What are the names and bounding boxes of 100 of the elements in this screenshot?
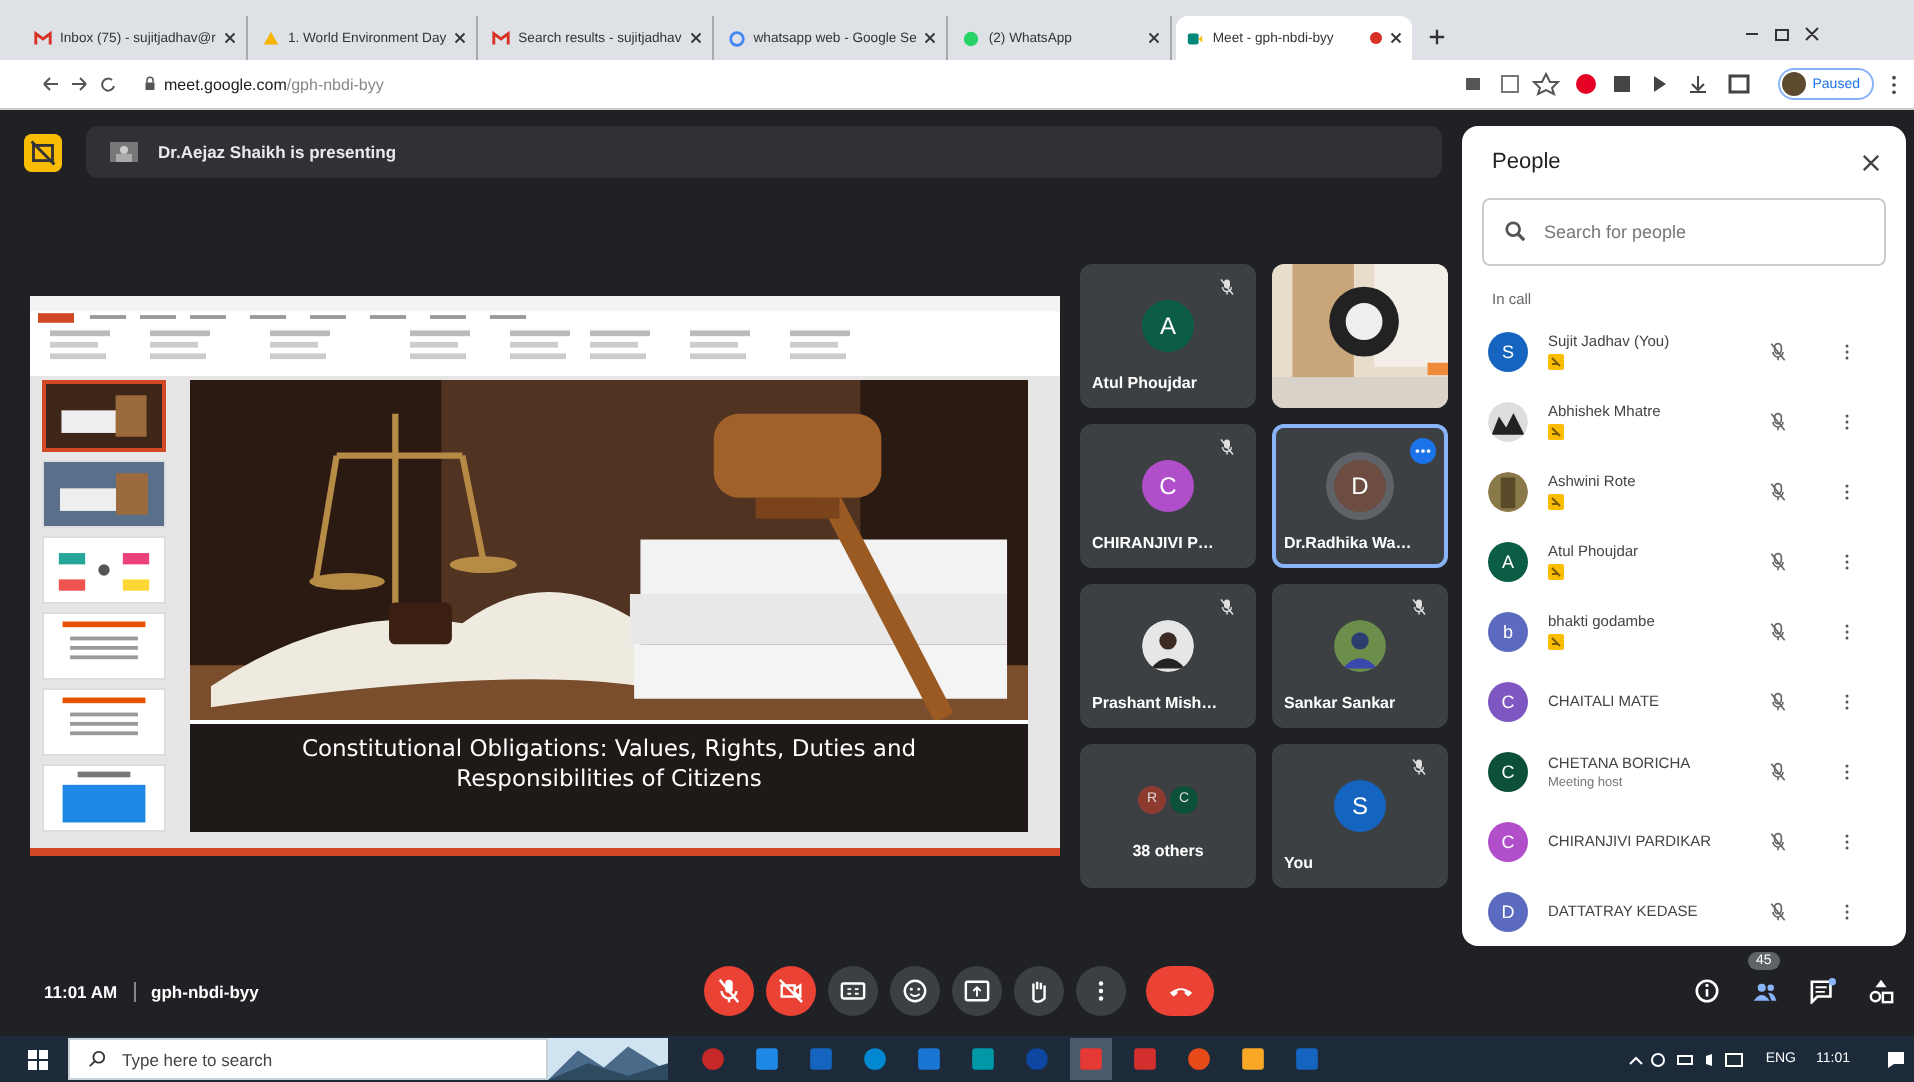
close-icon[interactable] [223,32,236,44]
taskbar-app-icon[interactable] [862,1046,888,1072]
taskbar-app-icon[interactable] [970,1046,996,1072]
slide-thumbnail[interactable] [42,380,166,453]
mic-off-icon [716,978,742,1004]
more-icon[interactable] [1844,901,1850,921]
mic-off-icon[interactable] [1768,901,1788,921]
participant-tile[interactable]: C CHIRANJIVI P… [1080,424,1256,568]
camera-off-icon [778,978,804,1004]
more-icon[interactable] [1844,551,1850,571]
mic-button[interactable] [704,966,754,1016]
presenting-text: Dr.Aejaz Shaikh is presenting [158,142,397,162]
mic-off-icon[interactable] [1768,831,1788,851]
new-tab-icon[interactable] [1428,28,1447,46]
avatar: C [1488,681,1528,721]
notification-icon[interactable] [1886,1049,1906,1069]
avatar: C [1488,821,1528,861]
slide-title: Constitutional Obligations: Values, Rights, Duties and Responsibilities of Citizens [190,724,1028,833]
avatar: C [1142,459,1194,511]
favicon-icon [34,29,52,47]
meeting-code: gph-nbdi-byy [151,981,259,1001]
info-icon[interactable] [1694,978,1720,1004]
favicon-icon [727,29,746,47]
taskbar-app-icon[interactable] [916,1046,942,1072]
close-icon[interactable] [454,32,467,44]
participant-name: Prashant Mish… [1090,694,1220,716]
more-icon[interactable] [1844,761,1850,781]
participant-name: Sankar Sankar [1282,694,1398,716]
participant-name: Dr.Radhika Wa… [1282,534,1414,556]
participant-tile[interactable]: A Atul Phoujdar [1080,264,1256,408]
participant-name: 38 others [1130,842,1206,864]
close-icon[interactable] [1862,153,1880,171]
chat-icon[interactable] [1810,978,1836,1004]
presenter-icon [110,142,138,162]
close-icon[interactable] [1390,32,1403,44]
avatar: S [1488,331,1528,371]
more-icon[interactable] [1844,831,1850,851]
recording-dot-icon [1370,32,1383,44]
avatar: b [1488,611,1528,651]
search-icon [88,1050,106,1068]
windows-start-icon[interactable] [28,1049,48,1069]
more-icon[interactable] [1844,411,1850,431]
mic-off-icon[interactable] [1768,481,1788,501]
participant-name: You [1282,854,1316,876]
more-icon[interactable] [1890,73,1898,95]
search-icon [1504,220,1526,242]
participant-name: CHIRANJIVI P… [1090,534,1216,556]
avatar: D [1488,891,1528,931]
close-icon[interactable] [689,32,702,44]
avatar: S [1334,779,1386,831]
address-bar[interactable]: meet.google.com/gph-nbdi-byy [164,75,384,93]
more-icon[interactable] [1844,341,1850,361]
avatar: C [1488,751,1528,791]
meeting-time: 11:01 AM [44,981,118,1001]
participant-tile[interactable]: Sankar Sankar [1272,584,1448,728]
emoji-icon [902,978,928,1004]
leave-button[interactable] [1146,966,1214,1016]
captions-button[interactable] [828,966,878,1016]
taskbar-app-icon[interactable] [754,1046,780,1072]
close-icon[interactable] [1148,32,1161,44]
taskbar-app-icon[interactable] [1186,1046,1212,1072]
hand-icon [1026,978,1052,1004]
taskbar-app-icon[interactable] [1240,1046,1266,1072]
present-icon[interactable] [24,133,62,171]
more-icon[interactable] [1844,481,1850,501]
people-icon[interactable] [1752,978,1778,1004]
participant-tile[interactable]: D Dr.Radhika Wa… [1272,424,1448,568]
camera-button[interactable] [766,966,816,1016]
panel-title: People [1492,150,1561,174]
activities-icon[interactable] [1868,978,1894,1004]
hand-button[interactable] [1014,966,1064,1016]
search-field[interactable]: Search for people [1482,198,1886,266]
mic-off-icon[interactable] [1768,621,1788,641]
favicon-icon [261,29,280,47]
present-screen-icon [964,978,990,1004]
mic-off-icon[interactable] [1768,761,1788,781]
favicon-icon [1186,29,1205,47]
taskbar-search-field[interactable]: Type here to search [68,1038,548,1080]
avatar: D [1334,459,1386,511]
close-icon[interactable] [924,32,937,44]
more-icon[interactable] [1844,691,1850,711]
lock-icon [144,76,156,92]
mic-off-icon[interactable] [1768,551,1788,571]
more-options-icon[interactable] [1410,438,1436,464]
participant-tile[interactable]: Prashant Mish… [1080,584,1256,728]
mic-off-icon[interactable] [1768,411,1788,431]
participant-name: Atul Phoujdar [1090,374,1199,396]
favicon-icon [492,29,511,47]
mic-off-icon[interactable] [1768,341,1788,361]
participant-tile[interactable]: S You [1272,744,1448,888]
captions-icon [840,978,866,1004]
avatar: A [1488,541,1528,581]
system-tray-icons-drawing[interactable] [1625,1049,1746,1069]
more-button[interactable] [1076,966,1126,1016]
avatar: A [1142,299,1194,351]
mic-off-icon[interactable] [1768,691,1788,711]
more-icon[interactable] [1844,621,1850,641]
reactions-button[interactable] [890,966,940,1016]
favicon-icon [962,29,981,47]
present-button[interactable] [952,966,1002,1016]
